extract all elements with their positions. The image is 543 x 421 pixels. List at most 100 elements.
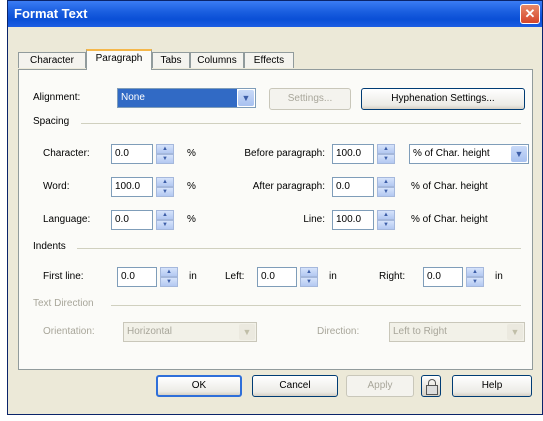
tab-paragraph[interactable]: Paragraph	[86, 49, 152, 70]
direction-select[interactable]: Left to Right ▼	[389, 322, 525, 342]
tab-label: Paragraph	[95, 53, 143, 64]
field-value: 0.0	[115, 214, 129, 225]
character-spacing-stepper[interactable]: ▲ ▼	[156, 144, 174, 164]
left-indent-label: Left:	[225, 271, 245, 282]
button-label: OK	[191, 380, 207, 391]
spacing-divider	[81, 123, 521, 124]
tab-character[interactable]: Character	[18, 52, 86, 68]
line-spacing-input[interactable]: 100.0	[332, 210, 374, 230]
chevron-down-icon[interactable]: ▼	[511, 146, 527, 162]
line-spacing-unit: % of Char. height	[411, 214, 488, 225]
word-spacing-stepper[interactable]: ▲ ▼	[156, 177, 174, 197]
spin-up-icon[interactable]: ▲	[466, 267, 484, 277]
spin-down-icon[interactable]: ▼	[300, 277, 318, 287]
hyphenation-settings-button[interactable]: Hyphenation Settings...	[361, 88, 525, 110]
spin-down-icon[interactable]: ▼	[160, 277, 178, 287]
field-value: 0.0	[261, 271, 275, 282]
title-bar[interactable]: Format Text ✕	[8, 1, 542, 27]
field-value: 0.0	[115, 148, 129, 159]
before-paragraph-unit-value: % of Char. height	[413, 148, 490, 159]
spin-up-icon[interactable]: ▲	[156, 177, 174, 187]
left-indent-input[interactable]: 0.0	[257, 267, 297, 287]
field-value: 0.0	[121, 271, 135, 282]
before-paragraph-unit-select[interactable]: % of Char. height ▼	[409, 144, 529, 164]
tab-label: Tabs	[160, 55, 182, 66]
indents-divider	[77, 248, 521, 249]
before-paragraph-input[interactable]: 100.0	[332, 144, 374, 164]
tab-columns[interactable]: Columns	[190, 52, 244, 68]
line-spacing-stepper[interactable]: ▲ ▼	[377, 210, 395, 230]
alignment-value: None	[118, 89, 237, 107]
spacing-group-label: Spacing	[33, 116, 70, 127]
indents-group-label: Indents	[33, 241, 66, 252]
before-paragraph-stepper[interactable]: ▲ ▼	[377, 144, 395, 164]
character-spacing-input[interactable]: 0.0	[111, 144, 153, 164]
button-label: Cancel	[279, 380, 311, 391]
spin-down-icon[interactable]: ▼	[377, 220, 395, 230]
word-spacing-label: Word:	[43, 181, 70, 192]
dialog-title: Format Text	[14, 6, 88, 21]
settings-button[interactable]: Settings...	[269, 88, 351, 110]
chevron-down-icon[interactable]: ▼	[239, 324, 255, 340]
orientation-value: Horizontal	[127, 326, 173, 337]
first-line-indent-stepper[interactable]: ▲ ▼	[160, 267, 178, 287]
help-button[interactable]: Help	[452, 375, 532, 397]
right-indent-stepper[interactable]: ▲ ▼	[466, 267, 484, 287]
spin-down-icon[interactable]: ▼	[156, 154, 174, 164]
field-value: 100.0	[115, 181, 141, 192]
apply-button[interactable]: Apply	[346, 375, 414, 397]
after-paragraph-stepper[interactable]: ▲ ▼	[377, 177, 395, 197]
language-spacing-label: Language:	[43, 214, 91, 225]
word-spacing-input[interactable]: 100.0	[111, 177, 153, 197]
alignment-label: Alignment:	[33, 92, 81, 103]
spin-down-icon[interactable]: ▼	[466, 277, 484, 287]
orientation-select[interactable]: Horizontal ▼	[123, 322, 257, 342]
alignment-select[interactable]: None ▼	[117, 88, 256, 108]
chevron-down-icon[interactable]: ▼	[507, 324, 523, 340]
button-label: Settings...	[287, 93, 333, 104]
first-line-indent-input[interactable]: 0.0	[117, 267, 157, 287]
field-value: 0.0	[427, 271, 441, 282]
direction-label: Direction:	[317, 326, 360, 337]
tab-label: Effects	[253, 55, 285, 66]
before-paragraph-label: Before paragraph:	[244, 148, 325, 159]
language-spacing-input[interactable]: 0.0	[111, 210, 153, 230]
field-value: 100.0	[336, 148, 362, 159]
after-paragraph-label: After paragraph:	[252, 181, 325, 192]
left-indent-unit: in	[329, 271, 337, 282]
lock-body	[426, 385, 438, 395]
spin-up-icon[interactable]: ▲	[377, 177, 395, 187]
ok-button[interactable]: OK	[156, 375, 242, 397]
chevron-down-icon[interactable]: ▼	[238, 90, 254, 106]
spin-up-icon[interactable]: ▲	[156, 144, 174, 154]
first-line-indent-label: First line:	[43, 271, 84, 282]
orientation-label: Orientation:	[43, 326, 95, 337]
spin-down-icon[interactable]: ▼	[156, 220, 174, 230]
right-indent-unit: in	[495, 271, 503, 282]
after-paragraph-input[interactable]: 0.0	[332, 177, 374, 197]
spin-up-icon[interactable]: ▲	[156, 210, 174, 220]
tab-effects[interactable]: Effects	[244, 52, 294, 68]
spin-up-icon[interactable]: ▲	[300, 267, 318, 277]
spin-down-icon[interactable]: ▼	[377, 187, 395, 197]
tab-label: Character	[30, 55, 74, 66]
right-indent-input[interactable]: 0.0	[423, 267, 463, 287]
spin-down-icon[interactable]: ▼	[156, 187, 174, 197]
language-spacing-stepper[interactable]: ▲ ▼	[156, 210, 174, 230]
right-indent-label: Right:	[379, 271, 406, 282]
tab-tabs[interactable]: Tabs	[152, 52, 190, 68]
spin-up-icon[interactable]: ▲	[377, 144, 395, 154]
tab-label: Columns	[197, 55, 237, 66]
spin-up-icon[interactable]: ▲	[160, 267, 178, 277]
spin-down-icon[interactable]: ▼	[377, 154, 395, 164]
field-value: 100.0	[336, 214, 362, 225]
cancel-button[interactable]: Cancel	[252, 375, 338, 397]
spin-up-icon[interactable]: ▲	[377, 210, 395, 220]
left-indent-stepper[interactable]: ▲ ▼	[300, 267, 318, 287]
button-label: Help	[481, 380, 503, 391]
field-value: 0.0	[336, 181, 350, 192]
close-button[interactable]: ✕	[520, 4, 540, 24]
lock-icon[interactable]	[421, 375, 441, 397]
button-label: Apply	[367, 380, 393, 391]
character-spacing-unit: %	[187, 148, 196, 159]
